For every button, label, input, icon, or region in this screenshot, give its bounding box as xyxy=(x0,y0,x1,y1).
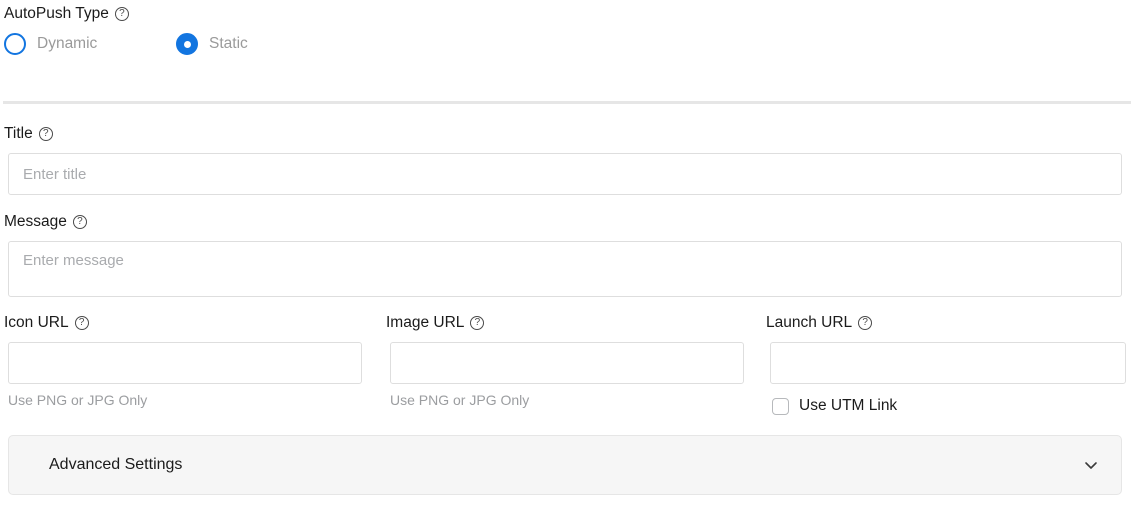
autopush-type-radio-group: Dynamic Static xyxy=(4,33,248,55)
help-circle-icon[interactable] xyxy=(74,316,89,330)
advanced-settings-panel[interactable]: Advanced Settings xyxy=(8,435,1122,495)
launch-url-label-text: Launch URL xyxy=(766,314,853,331)
icon-url-helper-text: Use PNG or JPG Only xyxy=(8,392,148,408)
message-label-text: Message xyxy=(4,213,67,230)
radio-mark-static[interactable] xyxy=(176,33,198,55)
radio-label-dynamic: Dynamic xyxy=(37,35,98,52)
autopush-type-label-text: AutoPush Type xyxy=(4,5,109,22)
title-input[interactable] xyxy=(8,153,1122,195)
message-input[interactable] xyxy=(8,241,1122,297)
image-url-label-text: Image URL xyxy=(386,314,465,331)
launch-url-label: Launch URL xyxy=(766,313,1126,333)
radio-option-dynamic[interactable]: Dynamic xyxy=(4,33,176,55)
icon-url-field: Icon URL Use PNG or JPG Only xyxy=(4,313,364,409)
icon-url-label-text: Icon URL xyxy=(4,314,69,331)
title-label: Title xyxy=(4,124,53,144)
launch-url-input[interactable] xyxy=(770,342,1126,384)
title-label-text: Title xyxy=(4,125,33,142)
use-utm-link-checkbox-row[interactable]: Use UTM Link xyxy=(772,396,1126,416)
autopush-type-label: AutoPush Type xyxy=(4,4,129,24)
radio-option-static[interactable]: Static xyxy=(176,33,248,55)
autopush-form-page: AutoPush Type Dynamic Static Title Messa… xyxy=(0,0,1134,525)
help-circle-icon[interactable] xyxy=(470,316,485,330)
use-utm-link-label: Use UTM Link xyxy=(799,397,898,414)
section-divider xyxy=(3,101,1131,104)
icon-url-input[interactable] xyxy=(8,342,362,384)
radio-mark-dynamic[interactable] xyxy=(4,33,26,55)
image-url-field: Image URL Use PNG or JPG Only xyxy=(386,313,746,409)
radio-label-static: Static xyxy=(209,35,248,52)
help-circle-icon[interactable] xyxy=(114,7,129,21)
advanced-settings-label: Advanced Settings xyxy=(49,456,183,473)
help-circle-icon[interactable] xyxy=(858,316,873,330)
use-utm-link-checkbox[interactable] xyxy=(772,397,789,415)
help-circle-icon[interactable] xyxy=(38,127,53,141)
chevron-down-icon[interactable] xyxy=(1083,457,1099,473)
launch-url-field: Launch URL Use UTM Link xyxy=(766,313,1126,416)
message-label: Message xyxy=(4,212,87,232)
help-circle-icon[interactable] xyxy=(72,215,87,229)
image-url-label: Image URL xyxy=(386,313,746,333)
icon-url-label: Icon URL xyxy=(4,313,364,333)
image-url-input[interactable] xyxy=(390,342,744,384)
image-url-helper-text: Use PNG or JPG Only xyxy=(390,392,530,408)
